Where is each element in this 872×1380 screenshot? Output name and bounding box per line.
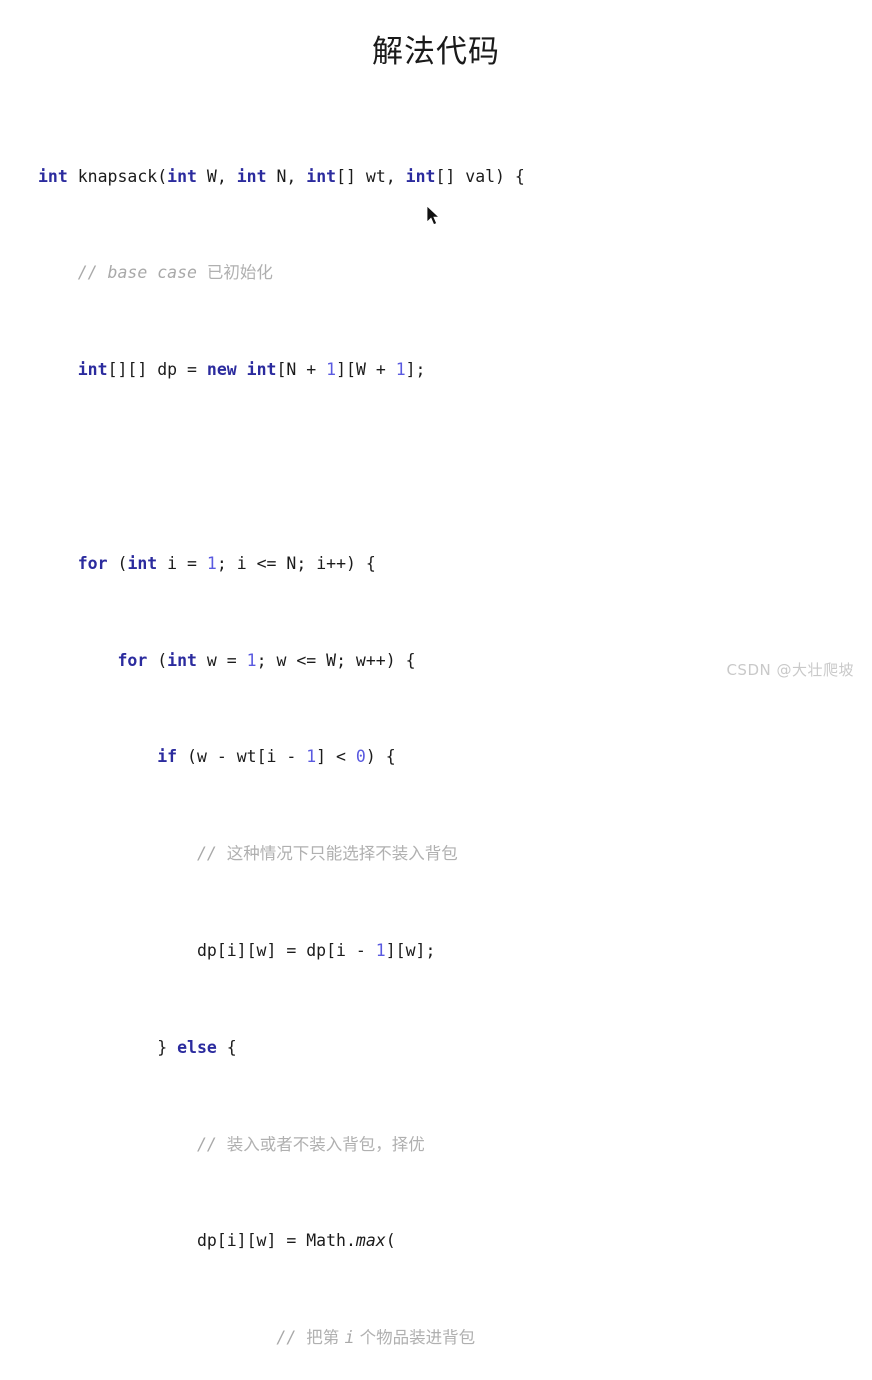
code-line: dp[i][w] = dp[i - 1][w]; (38, 940, 436, 960)
code-line: int knapsack(int W, int N, int[] wt, int… (38, 166, 525, 186)
code-line: // 这种情况下只能选择不装入背包 (196, 844, 458, 864)
code-line: int[][] dp = new int[N + 1][W + 1]; (77, 360, 426, 380)
code-line: // 装入或者不装入背包，择优 (196, 1134, 425, 1154)
code-line: // 把第 i 个物品装进背包 (276, 1328, 476, 1348)
code-line: dp[i][w] = Math.max( (38, 1231, 396, 1251)
code-line: if (w - wt[i - 1] < 0) { (157, 747, 396, 767)
watermark: CSDN @大壮爬坡 (726, 661, 854, 679)
page-title: 解法代码 (372, 34, 500, 70)
code-line: // base case 已初始化 (77, 263, 273, 283)
code-block: int knapsack(int W, int N, int[] wt, int… (38, 92, 838, 1380)
code-line: for (int w = 1; w <= W; w++) { (117, 650, 416, 670)
code-line: } else { (38, 1037, 237, 1057)
code-line: for (int i = 1; i <= N; i++) { (77, 553, 376, 573)
slide-page: 解法代码 int knapsack(int W, int N, int[] wt… (0, 0, 872, 1347)
